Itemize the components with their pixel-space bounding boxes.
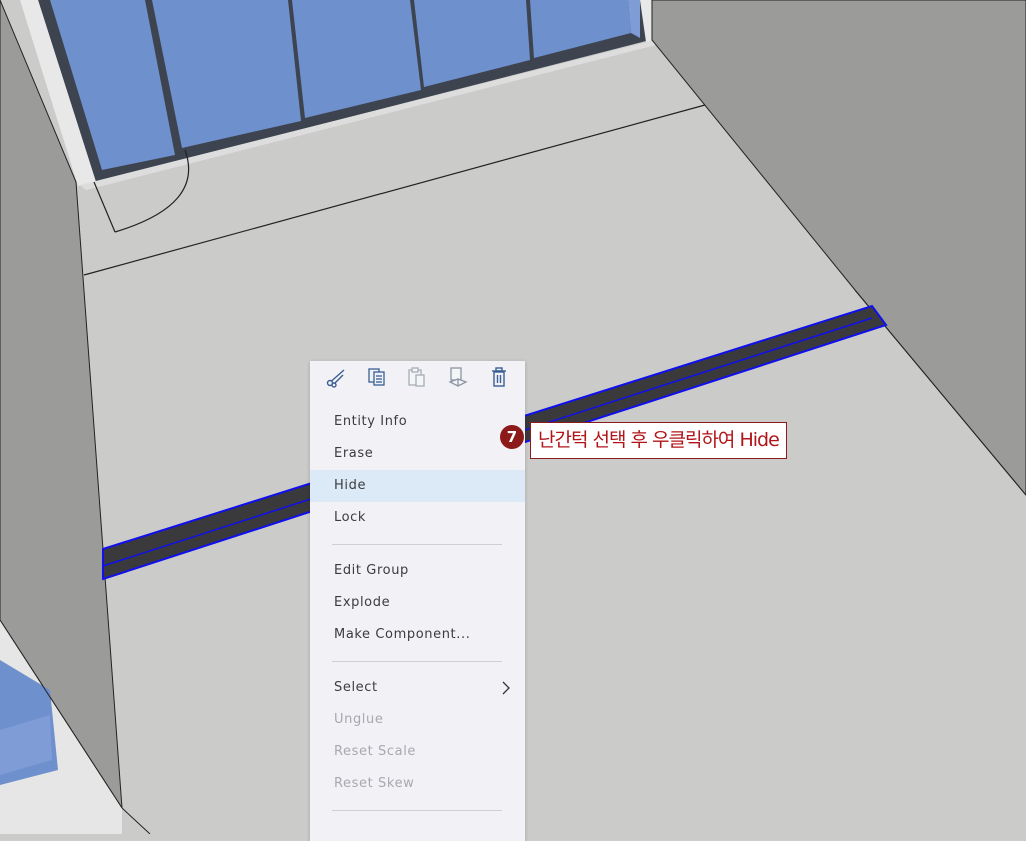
context-toolbar (310, 361, 525, 393)
menu-item-make-component[interactable]: Make Component... (310, 619, 525, 651)
context-menu: Entity Info Erase Hide Lock Edit Group E… (310, 361, 525, 841)
menu-separator (332, 810, 502, 811)
menu-item-lock[interactable]: Lock (310, 502, 525, 534)
cut-icon[interactable] (324, 365, 348, 389)
menu-item-entity-info[interactable]: Entity Info (310, 406, 525, 438)
menu-item-reset-skew: Reset Skew (334, 776, 415, 791)
paste-in-place-icon[interactable] (446, 365, 470, 389)
menu-item-erase[interactable]: Erase (310, 438, 525, 470)
menu-separator (332, 661, 502, 662)
delete-icon[interactable] (487, 365, 511, 389)
paste-icon[interactable] (405, 365, 429, 389)
menu-separator (332, 544, 502, 545)
menu-item-unglue: Unglue (334, 712, 384, 727)
menu-item-reset-scale: Reset Scale (334, 744, 417, 759)
menu-item-hide[interactable]: Hide (310, 470, 525, 502)
menu-item-edit-group[interactable]: Edit Group (310, 555, 525, 587)
copy-icon[interactable] (365, 365, 389, 389)
menu-item-select-label: Select (334, 680, 378, 695)
chevron-right-icon (502, 681, 510, 695)
menu-item-explode[interactable]: Explode (310, 587, 525, 619)
menu-item-select[interactable]: Select (310, 672, 525, 704)
instruction-callout: 난간턱 선택 후 우클릭하여 Hide (530, 422, 787, 459)
step-number-badge: 7 (500, 425, 524, 449)
